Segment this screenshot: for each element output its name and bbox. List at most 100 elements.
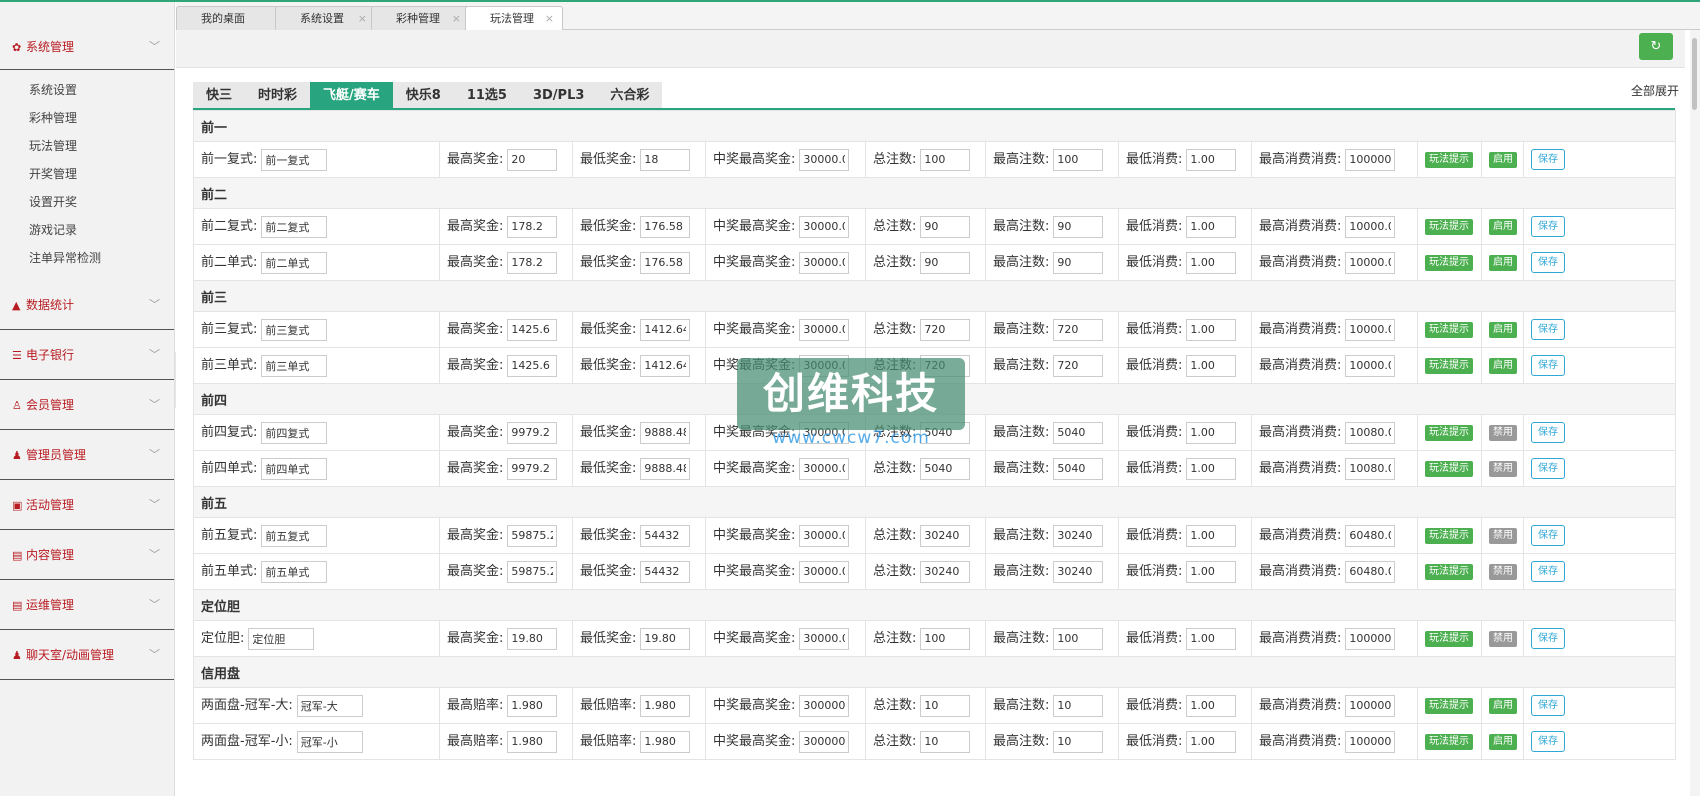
field-input[interactable]: [1053, 694, 1104, 717]
field-input[interactable]: [640, 148, 691, 171]
sidebar-subitem[interactable]: 系统设置: [0, 76, 174, 104]
save-button[interactable]: 保存: [1531, 355, 1565, 376]
status-toggle-button[interactable]: 启用: [1489, 218, 1517, 235]
play-tab-0[interactable]: 快三: [193, 82, 245, 108]
play-tab-2[interactable]: 飞艇/赛车: [310, 82, 393, 108]
tab-1[interactable]: 系统设置 ×: [275, 6, 376, 31]
play-tab-6[interactable]: 六合彩: [597, 82, 662, 108]
field-input[interactable]: [640, 627, 691, 650]
play-hint-button[interactable]: 玩法提示: [1425, 254, 1473, 271]
field-input[interactable]: [1053, 457, 1104, 480]
field-input[interactable]: [1053, 524, 1104, 547]
field-input[interactable]: [920, 694, 971, 717]
sidebar-group-0[interactable]: ✿ 系统管理 ﹀: [0, 2, 174, 70]
play-tab-1[interactable]: 时时彩: [245, 82, 310, 108]
field-input[interactable]: [261, 354, 328, 377]
close-icon[interactable]: ×: [452, 7, 461, 31]
field-input[interactable]: [261, 148, 328, 171]
save-button[interactable]: 保存: [1531, 561, 1565, 582]
sidebar-group-7[interactable]: ▤ 运维管理 ﹀: [0, 580, 174, 630]
field-input[interactable]: [1186, 251, 1237, 274]
sidebar-group-5[interactable]: ▣ 活动管理 ﹀: [0, 480, 174, 530]
field-input[interactable]: [1186, 421, 1237, 444]
field-input[interactable]: [920, 524, 971, 547]
sidebar-group-6[interactable]: ▤ 内容管理 ﹀: [0, 530, 174, 580]
field-input[interactable]: [507, 457, 558, 480]
save-button[interactable]: 保存: [1531, 319, 1565, 340]
field-input[interactable]: [920, 457, 971, 480]
play-hint-button[interactable]: 玩法提示: [1425, 460, 1473, 477]
play-tab-4[interactable]: 11选5: [454, 82, 520, 108]
field-input[interactable]: [640, 524, 691, 547]
close-icon[interactable]: ×: [545, 7, 554, 31]
field-input[interactable]: [1345, 318, 1396, 341]
field-input[interactable]: [799, 560, 850, 583]
field-input[interactable]: [1053, 730, 1104, 753]
tab-2[interactable]: 彩种管理 ×: [371, 6, 470, 31]
play-hint-button[interactable]: 玩法提示: [1425, 424, 1473, 441]
field-input[interactable]: [261, 457, 328, 480]
play-hint-button[interactable]: 玩法提示: [1425, 218, 1473, 235]
play-hint-button[interactable]: 玩法提示: [1425, 321, 1473, 338]
field-input[interactable]: [640, 251, 691, 274]
field-input[interactable]: [799, 148, 850, 171]
status-toggle-button[interactable]: 启用: [1489, 697, 1517, 714]
field-input[interactable]: [1345, 524, 1396, 547]
field-input[interactable]: [1345, 251, 1396, 274]
status-toggle-button[interactable]: 启用: [1489, 357, 1517, 374]
field-input[interactable]: [1186, 694, 1237, 717]
field-input[interactable]: [507, 694, 558, 717]
field-input[interactable]: [920, 354, 971, 377]
field-input[interactable]: [507, 251, 558, 274]
field-input[interactable]: [1053, 215, 1104, 238]
field-input[interactable]: [1186, 524, 1237, 547]
play-hint-button[interactable]: 玩法提示: [1425, 630, 1473, 647]
field-input[interactable]: [507, 318, 558, 341]
tab-3[interactable]: 玩法管理 ×: [465, 6, 563, 32]
field-input[interactable]: [920, 318, 971, 341]
field-input[interactable]: [1186, 354, 1237, 377]
field-input[interactable]: [1345, 421, 1396, 444]
field-input[interactable]: [1053, 421, 1104, 444]
field-input[interactable]: [799, 318, 850, 341]
field-input[interactable]: [261, 560, 328, 583]
save-button[interactable]: 保存: [1531, 216, 1565, 237]
refresh-button[interactable]: ↻: [1639, 33, 1673, 60]
field-input[interactable]: [296, 694, 363, 717]
field-input[interactable]: [1186, 215, 1237, 238]
field-input[interactable]: [799, 524, 850, 547]
field-input[interactable]: [920, 215, 971, 238]
sidebar-subitem[interactable]: 游戏记录: [0, 216, 174, 244]
field-input[interactable]: [640, 457, 691, 480]
status-toggle-button[interactable]: 启用: [1489, 254, 1517, 271]
field-input[interactable]: [1053, 560, 1104, 583]
field-input[interactable]: [507, 148, 558, 171]
sidebar-subitem[interactable]: 彩种管理: [0, 104, 174, 132]
field-input[interactable]: [507, 730, 558, 753]
field-input[interactable]: [261, 251, 328, 274]
field-input[interactable]: [1053, 251, 1104, 274]
status-toggle-button[interactable]: 禁用: [1489, 460, 1517, 477]
save-button[interactable]: 保存: [1531, 458, 1565, 479]
play-hint-button[interactable]: 玩法提示: [1425, 697, 1473, 714]
field-input[interactable]: [1345, 627, 1396, 650]
sidebar-group-1[interactable]: ▲ 数据统计 ﹀: [0, 280, 174, 330]
tab-0[interactable]: 我的桌面: [176, 6, 280, 31]
sidebar-subitem[interactable]: 设置开奖: [0, 188, 174, 216]
field-input[interactable]: [1345, 148, 1396, 171]
play-hint-button[interactable]: 玩法提示: [1425, 151, 1473, 168]
play-hint-button[interactable]: 玩法提示: [1425, 563, 1473, 580]
field-input[interactable]: [1186, 148, 1237, 171]
status-toggle-button[interactable]: 启用: [1489, 321, 1517, 338]
save-button[interactable]: 保存: [1531, 149, 1565, 170]
field-input[interactable]: [507, 524, 558, 547]
sidebar-subitem[interactable]: 玩法管理: [0, 132, 174, 160]
field-input[interactable]: [261, 421, 328, 444]
field-input[interactable]: [1345, 215, 1396, 238]
save-button[interactable]: 保存: [1531, 252, 1565, 273]
field-input[interactable]: [640, 694, 691, 717]
scrollbar-thumb[interactable]: [1692, 38, 1697, 110]
field-input[interactable]: [1345, 354, 1396, 377]
save-button[interactable]: 保存: [1531, 628, 1565, 649]
play-tab-5[interactable]: 3D/PL3: [520, 82, 597, 108]
